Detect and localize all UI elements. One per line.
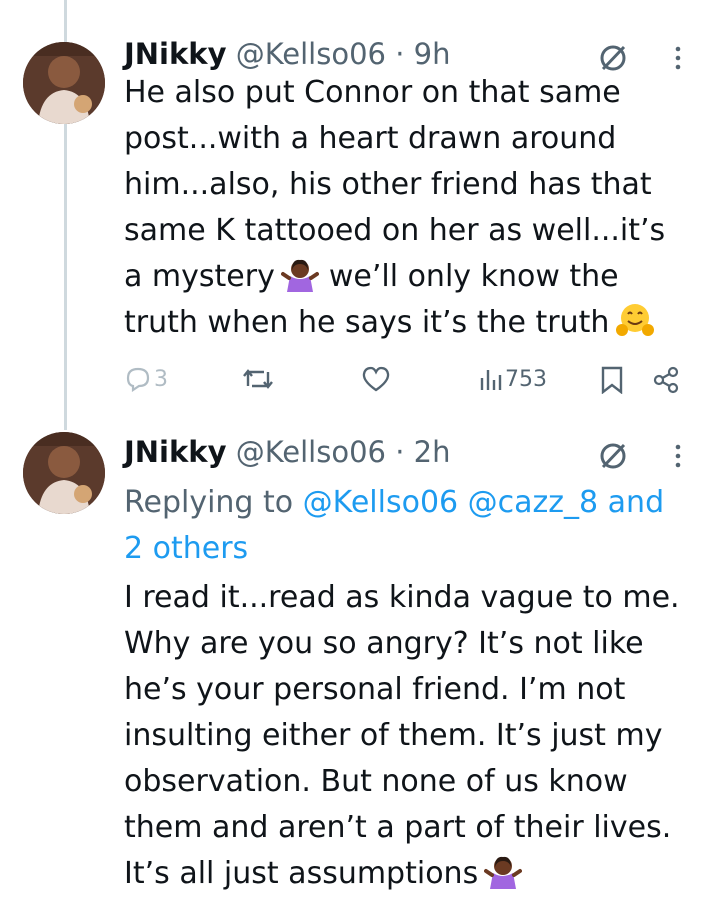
reply-icon (126, 367, 150, 392)
text-line: insulting either of them. It’s just my (124, 718, 663, 753)
replying-prefix: Replying to (124, 485, 303, 520)
text-line: same K tattooed on her as well...it’s (124, 213, 666, 248)
tweet-1[interactable]: JNikky @Kellso06 · 9h He also put Connor… (0, 32, 713, 412)
like-button[interactable] (361, 366, 391, 392)
separator-dot: · (395, 37, 405, 71)
avatar[interactable] (23, 42, 105, 124)
author-name[interactable]: JNikky (124, 37, 226, 71)
bookmark-icon (601, 366, 623, 394)
text-line: observation. But none of us know (124, 764, 628, 799)
author-handle[interactable]: @Kellso06 (236, 435, 386, 469)
text-line: It’s all just assumptions (124, 851, 704, 897)
grok-icon[interactable] (597, 440, 629, 472)
tweet-header: JNikky @Kellso06 · 2h (124, 434, 451, 470)
separator-dot: · (395, 435, 405, 469)
text-line: He also put Connor on that same (124, 75, 621, 110)
view-count: 753 (505, 366, 547, 392)
retweet-button[interactable] (242, 366, 274, 392)
timestamp[interactable]: 2h (414, 435, 451, 469)
text-segment: a mystery (124, 259, 275, 294)
shrug-woman-emoji (280, 259, 319, 292)
timestamp[interactable]: 9h (414, 37, 451, 71)
replying-mentions[interactable]: @Kellso06 @cazz_8 and (303, 485, 664, 520)
avatar[interactable] (23, 432, 105, 514)
tweet-text: He also put Connor on that same post...w… (124, 70, 704, 346)
views-icon (480, 370, 502, 390)
text-line: I read it...read as kinda vague to me. (124, 580, 680, 615)
text-line: post...with a heart drawn around (124, 121, 617, 156)
text-segment: we’ll only know the (328, 259, 619, 294)
like-icon (362, 366, 390, 392)
text-line: them and aren’t a part of their lives. (124, 810, 672, 845)
share-icon (653, 366, 679, 394)
replying-others-link[interactable]: 2 others (124, 526, 709, 572)
reply-button[interactable]: 3 (124, 366, 168, 392)
hugging-face-emoji (616, 304, 655, 336)
text-line: him...also, his other friend has that (124, 167, 652, 202)
author-handle[interactable]: @Kellso06 (236, 37, 386, 71)
share-button[interactable] (652, 366, 680, 394)
tweet-text: I read it...read as kinda vague to me. W… (124, 575, 704, 897)
author-name[interactable]: JNikky (124, 435, 226, 469)
text-segment: truth when he says it’s the truth (124, 305, 610, 340)
replying-to: Replying to @Kellso06 @cazz_8 and 2 othe… (124, 480, 709, 572)
views-button[interactable]: 753 (479, 366, 547, 392)
shrug-woman-emoji (484, 856, 523, 889)
text-line: a mystery we’ll only know the (124, 254, 704, 300)
retweet-icon (243, 369, 273, 389)
more-icon[interactable] (664, 440, 692, 472)
reply-count: 3 (154, 366, 168, 392)
text-line: truth when he says it’s the truth (124, 300, 704, 346)
text-line: Why are you so angry? It’s not like (124, 626, 644, 661)
bookmark-button[interactable] (600, 366, 624, 394)
tweet-actions: 3 753 (124, 366, 704, 396)
text-segment: It’s all just assumptions (124, 856, 479, 891)
tweet-2[interactable]: JNikky @Kellso06 · 2h Replying to @Kells… (0, 430, 713, 891)
text-line: he’s your personal friend. I’m not (124, 672, 626, 707)
tweet-header: JNikky @Kellso06 · 9h (124, 36, 451, 72)
